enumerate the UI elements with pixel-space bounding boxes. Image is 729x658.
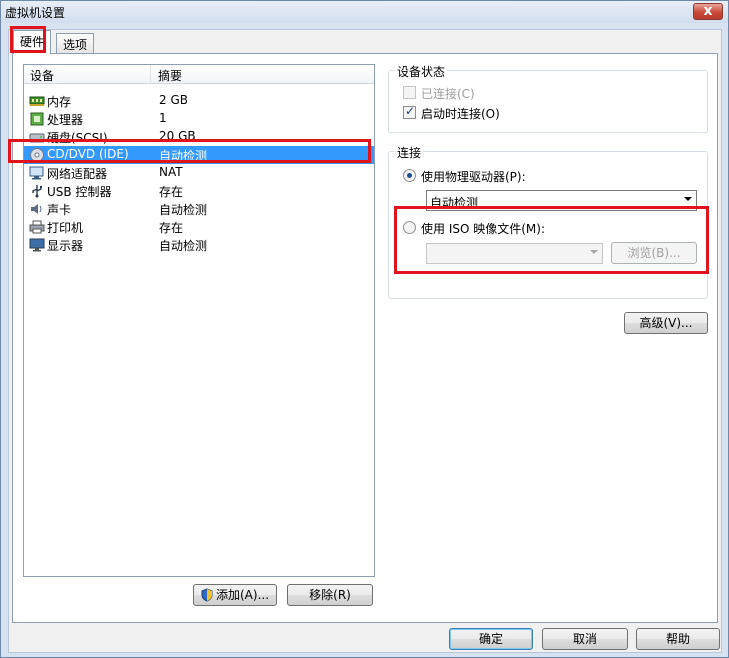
remove-device-button[interactable]: 移除(R): [287, 584, 373, 606]
window-title: 虚拟机设置: [5, 6, 66, 20]
column-header-summary[interactable]: 摘要: [158, 67, 182, 84]
device-summary: 1: [159, 111, 167, 125]
connected-label: 已连接(C): [421, 87, 475, 101]
advanced-button[interactable]: 高级(V)...: [624, 312, 708, 334]
connect-at-power-on-checkbox[interactable]: [403, 104, 416, 119]
device-status-group: 设备状态 已连接(C) 启动时连接(O): [388, 63, 708, 133]
device-name: 处理器: [47, 113, 84, 127]
help-button[interactable]: 帮助: [636, 628, 720, 650]
connected-checkbox[interactable]: [403, 86, 416, 99]
cancel-label: 取消: [572, 632, 597, 646]
device-name: 打印机: [47, 221, 84, 235]
usb-icon: [32, 185, 42, 198]
device-row-printer[interactable]: 打印机 存在: [24, 218, 374, 236]
device-row-usb-controller[interactable]: USB 控制器 存在: [24, 182, 374, 200]
physical-drive-radio[interactable]: [403, 169, 416, 182]
column-divider[interactable]: [150, 65, 151, 84]
title-bar: 虚拟机设置 x: [1, 1, 728, 23]
memory-icon: [29, 96, 45, 106]
processor-icon: [30, 112, 44, 126]
sound-card-icon: [31, 204, 42, 214]
add-device-button[interactable]: 添加(A)...: [193, 584, 277, 606]
add-device-label: 添加(A)...: [216, 588, 270, 602]
device-row-sound-card[interactable]: 声卡 自动检测: [24, 200, 374, 218]
close-button[interactable]: x: [693, 3, 723, 20]
ok-label: 确定: [478, 632, 503, 646]
highlight-cd-dvd-row: [8, 139, 371, 163]
physical-drive-label: 使用物理驱动器(P):: [421, 170, 526, 184]
remove-device-label: 移除(R): [309, 588, 351, 602]
device-row-network-adapter[interactable]: 网络适配器 NAT: [24, 164, 374, 182]
device-name: 声卡: [47, 203, 72, 217]
device-name: 显示器: [47, 239, 84, 253]
cancel-button[interactable]: 取消: [542, 628, 628, 650]
device-summary: 自动检测: [159, 239, 208, 253]
highlight-hardware-tab: [10, 26, 46, 53]
device-summary: 自动检测: [159, 203, 208, 217]
close-icon: x: [703, 3, 713, 19]
device-summary: 存在: [159, 221, 184, 235]
network-adapter-icon: [29, 166, 44, 180]
dialog-client-area: 硬件 选项 设备 摘要 内存 2 GB 处理器 1 硬盘(SCSI) 20 GB…: [8, 29, 722, 653]
device-summary: 2 GB: [159, 93, 188, 107]
virtual-machine-settings-window: 虚拟机设置 x 硬件 选项 设备 摘要 内存 2 GB 处理器 1 硬盘(SCS…: [0, 0, 729, 658]
help-label: 帮助: [665, 632, 690, 646]
connect-at-power-on-label: 启动时连接(O): [421, 107, 500, 121]
tab-options-label: 选项: [63, 38, 88, 52]
advanced-label: 高级(V)...: [639, 316, 693, 330]
device-list-header: 设备 摘要: [24, 65, 374, 84]
device-row-processor[interactable]: 处理器 1: [24, 110, 374, 128]
printer-icon: [29, 220, 45, 234]
device-row-memory[interactable]: 内存 2 GB: [24, 92, 374, 110]
device-summary: NAT: [159, 165, 183, 179]
device-name: USB 控制器: [47, 185, 112, 199]
chevron-down-icon: [684, 197, 692, 201]
column-header-device[interactable]: 设备: [30, 67, 54, 84]
device-row-display[interactable]: 显示器 自动检测: [24, 236, 374, 254]
device-summary: 存在: [159, 185, 184, 199]
tab-options[interactable]: 选项: [56, 33, 95, 54]
device-name: 内存: [47, 95, 72, 109]
ok-button[interactable]: 确定: [449, 628, 533, 650]
highlight-iso-option: [394, 206, 709, 274]
display-icon: [29, 238, 45, 252]
connection-title: 连接: [395, 144, 424, 161]
device-name: 网络适配器: [47, 167, 108, 181]
device-status-title: 设备状态: [395, 63, 448, 80]
shield-icon: [201, 588, 213, 602]
